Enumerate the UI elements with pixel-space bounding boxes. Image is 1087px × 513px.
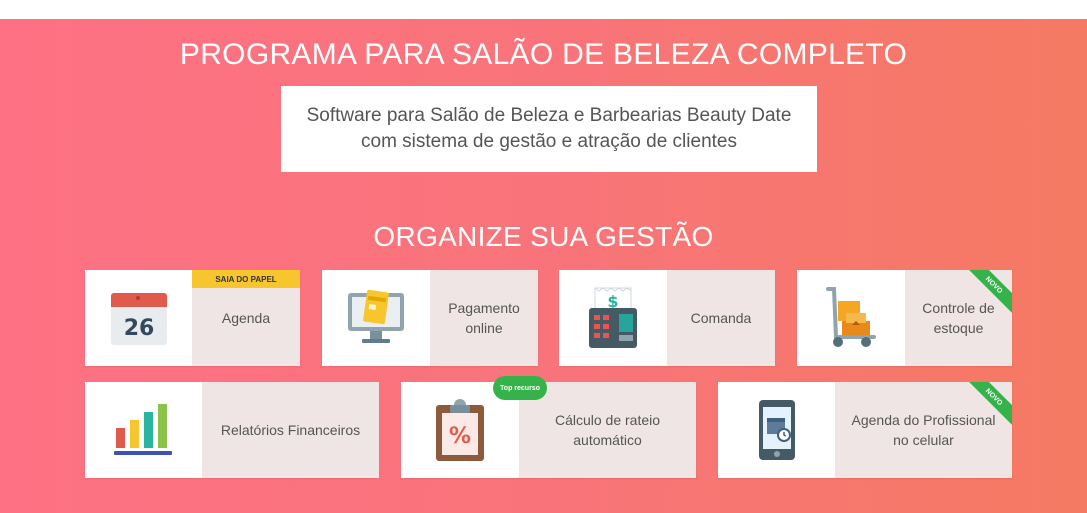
feature-icon-area: 26 (85, 270, 192, 366)
cash-register-icon: $ (589, 287, 637, 348)
svg-text:%: % (449, 424, 471, 449)
feature-icon-area (797, 270, 905, 366)
section-title: ORGANIZE SUA GESTÃO (373, 221, 714, 252)
hero-section: PROGRAMA PARA SALÃO DE BELEZA COMPLETO S… (0, 19, 1087, 513)
online-payment-icon (348, 289, 404, 343)
feature-card-pagamento-online[interactable]: Pagamento online (322, 270, 538, 366)
feature-label: Comanda (690, 310, 752, 326)
feature-card-controle-estoque[interactable]: Controle de estoque NOVO (797, 270, 1012, 366)
stock-cart-icon (826, 287, 876, 347)
feature-label: Pagamento online (448, 300, 520, 336)
svg-text:26: 26 (123, 316, 154, 341)
feature-card-agenda-profissional[interactable]: Agenda do Profissional no celular NOVO (718, 382, 1012, 478)
feature-card-agenda[interactable]: 26 Agenda SAIA DO PAPEL (85, 270, 300, 366)
feature-icon-area: $ (559, 270, 667, 366)
saia-do-papel-badge: SAIA DO PAPEL (192, 270, 300, 288)
mobile-calendar-icon (758, 400, 795, 460)
percent-clipboard-icon: % (436, 399, 484, 461)
feature-label: Relatórios Financeiros (220, 422, 361, 438)
feature-icon-area (322, 270, 430, 366)
feature-card-rateio[interactable]: % Cálculo de rateio automático Top recur… (401, 376, 696, 478)
subtitle-box: Software para Salão de Beleza e Barbeari… (281, 86, 817, 172)
feature-icon-area (85, 382, 202, 478)
feature-card-comanda[interactable]: $ Comanda (559, 270, 775, 366)
bar-chart-icon (113, 404, 172, 455)
feature-icon-area (718, 382, 835, 478)
top-recurso-badge: Top recurso (493, 376, 547, 400)
page-title: PROGRAMA PARA SALÃO DE BELEZA COMPLETO (179, 38, 908, 71)
feature-card-relatorios[interactable]: Relatórios Financeiros (85, 382, 379, 478)
feature-label: Cálculo de rateio automático (554, 412, 661, 448)
calendar-icon: 26 (110, 293, 167, 345)
